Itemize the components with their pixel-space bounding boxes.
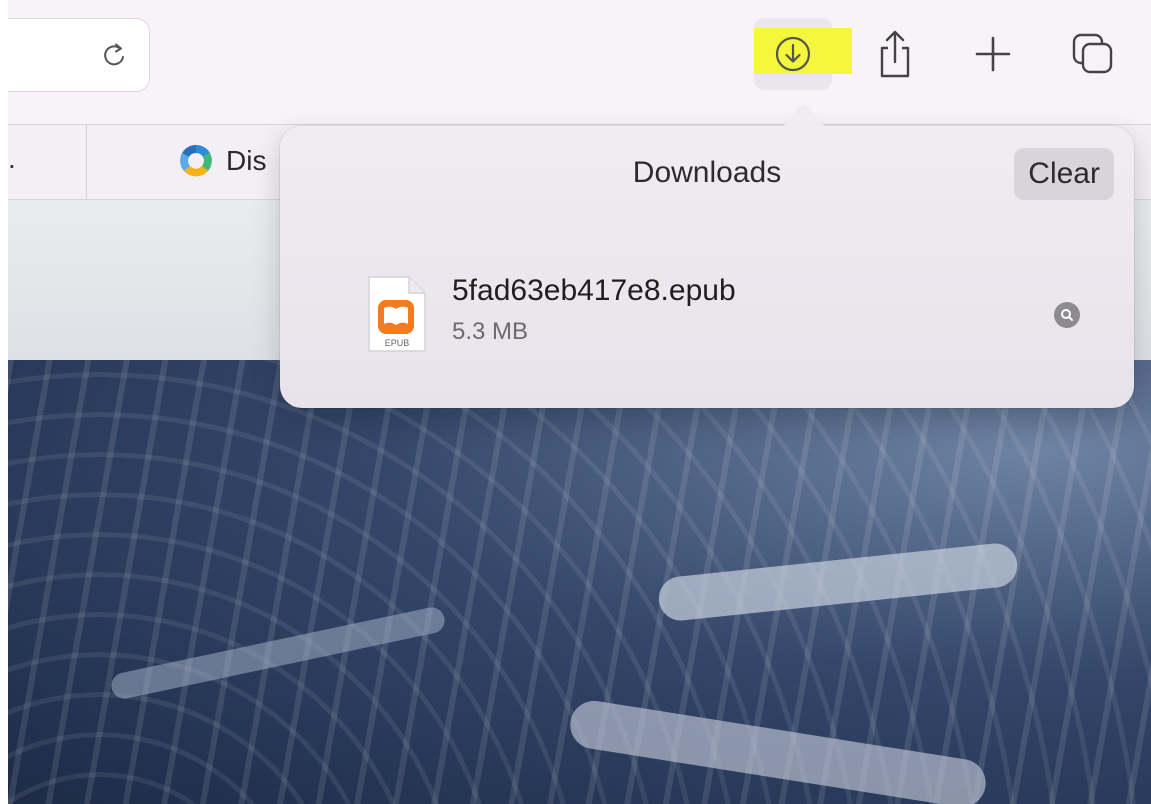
popover-arrow bbox=[776, 104, 832, 128]
favorites-divider bbox=[86, 125, 87, 199]
plus-icon bbox=[975, 36, 1011, 72]
file-size: 5.3 MB bbox=[452, 318, 529, 345]
download-circle-icon bbox=[775, 36, 811, 72]
toolbar bbox=[8, 0, 1151, 125]
browser-window: . Dis Downloads Clear EPUB 5fad63eb417e8… bbox=[8, 0, 1151, 804]
downloads-popover: Downloads Clear EPUB 5fad63eb417e8.epub … bbox=[280, 104, 1134, 408]
downloads-button[interactable] bbox=[754, 18, 852, 90]
favorite-item[interactable]: Dis bbox=[176, 141, 266, 181]
download-item[interactable]: EPUB 5fad63eb417e8.epub 5.3 MB bbox=[366, 272, 1094, 354]
epub-label: EPUB bbox=[385, 338, 410, 348]
show-in-finder-button[interactable] bbox=[1054, 302, 1080, 328]
downloads-title: Downloads bbox=[632, 156, 782, 189]
epub-file-icon: EPUB bbox=[368, 276, 426, 352]
clear-button[interactable]: Clear bbox=[1014, 148, 1114, 200]
address-bar[interactable] bbox=[8, 18, 150, 92]
tab-overview-icon bbox=[1072, 33, 1113, 74]
favorites-overflow[interactable]: . bbox=[8, 143, 16, 175]
favorite-label: Dis bbox=[226, 145, 267, 176]
share-button[interactable] bbox=[856, 18, 934, 90]
reload-icon[interactable] bbox=[99, 39, 131, 71]
file-name: 5fad63eb417e8.epub bbox=[452, 274, 736, 307]
share-icon bbox=[880, 30, 910, 78]
magnifier-icon bbox=[1061, 309, 1073, 321]
favicon-icon bbox=[180, 144, 212, 177]
new-tab-button[interactable] bbox=[954, 18, 1032, 90]
tab-overview-button[interactable] bbox=[1054, 18, 1132, 90]
